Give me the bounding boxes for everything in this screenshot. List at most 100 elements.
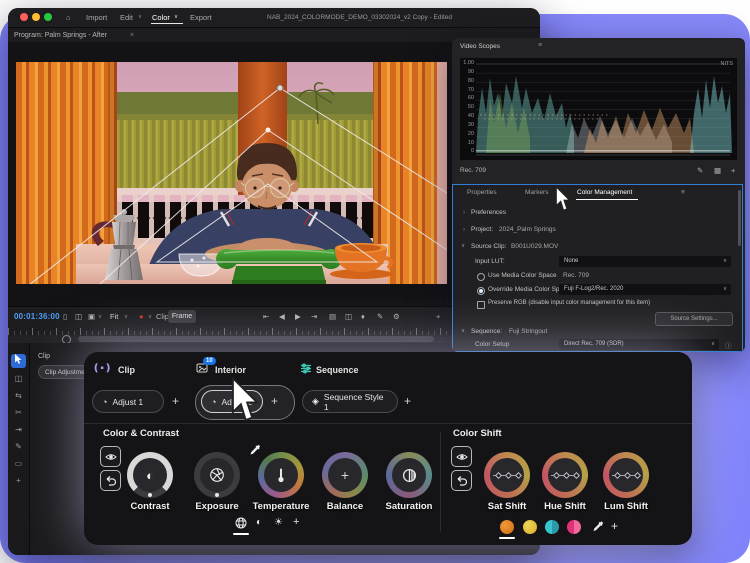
record-icon[interactable]: ● xyxy=(139,312,144,321)
horizontal-scrollbar[interactable] xyxy=(8,335,455,343)
shift-node[interactable] xyxy=(515,471,522,478)
go-to-in-icon[interactable]: ⇤ xyxy=(263,312,269,321)
shift-node[interactable] xyxy=(553,471,560,478)
razor-tool[interactable]: ✂ xyxy=(11,406,26,420)
interior-adjust2-pill[interactable]: ◔ Adjust 2 xyxy=(201,390,263,413)
tab-properties[interactable]: Properties xyxy=(467,189,497,196)
safe-margins-icon[interactable]: ▣ xyxy=(88,312,95,321)
extract-icon[interactable]: ◫ xyxy=(345,312,352,321)
reset-button-right[interactable] xyxy=(451,470,472,491)
disclosure-open-icon[interactable]: ∨ xyxy=(461,243,465,249)
shift-node[interactable] xyxy=(563,471,570,478)
sequence-section-label[interactable]: Sequence: xyxy=(471,328,502,335)
frame-mode-button[interactable]: Frame xyxy=(168,310,196,323)
use-media-radio[interactable] xyxy=(477,273,485,281)
preferences-section[interactable]: Preferences xyxy=(471,209,506,216)
play-icon[interactable]: ▶ xyxy=(295,312,301,321)
add-clip-adjustment-button[interactable]: + xyxy=(172,394,179,408)
clip-mode-label[interactable]: Clip xyxy=(156,312,169,321)
proxy-icon[interactable]: ▯ xyxy=(63,312,67,321)
clip-group-label[interactable]: Clip xyxy=(118,365,135,375)
input-lut-dropdown[interactable]: None∨ xyxy=(559,256,731,267)
lift-icon[interactable]: ▤ xyxy=(329,312,336,321)
add-mode-icon[interactable]: + xyxy=(293,516,299,528)
menu-import[interactable]: Import xyxy=(86,13,107,22)
eyedropper-icon[interactable] xyxy=(591,520,604,533)
override-colorspace-dropdown[interactable]: Fuji F-Log2/Rec. 2020∨ xyxy=(559,284,731,295)
disclosure-open-icon[interactable]: ∨ xyxy=(461,328,465,334)
traffic-zoom-button[interactable] xyxy=(44,13,52,21)
home-icon[interactable]: ⌂ xyxy=(66,13,71,22)
panel-menu-icon[interactable]: ≡ xyxy=(681,189,685,196)
override-media-radio[interactable] xyxy=(477,287,485,295)
dial-balance[interactable]: + Balance xyxy=(322,452,368,498)
tab-color-management[interactable]: Color Management xyxy=(577,189,632,196)
menu-export[interactable]: Export xyxy=(190,13,212,22)
settings-icon[interactable]: ⚙ xyxy=(393,312,400,321)
menu-color[interactable]: Color xyxy=(152,13,170,22)
dial-hue-shift[interactable]: Hue Shift xyxy=(542,452,588,498)
hand-tool[interactable]: + xyxy=(11,474,26,488)
source-clip-section-label[interactable]: Source Clip: xyxy=(471,243,506,250)
disclosure-closed-icon[interactable]: › xyxy=(463,209,465,216)
track-select-tool[interactable]: ◫ xyxy=(11,372,26,386)
dial-saturation[interactable]: Saturation xyxy=(386,452,432,498)
disclosure-closed-icon[interactable]: › xyxy=(463,226,465,233)
shift-node[interactable] xyxy=(495,471,502,478)
step-back-icon[interactable]: ◀ xyxy=(279,312,285,321)
add-interior-adjustment-button[interactable]: + xyxy=(271,394,278,408)
panel-menu-icon[interactable]: ≡ xyxy=(538,42,542,49)
scope-edit-icon[interactable]: ✎ xyxy=(697,166,703,175)
zoom-level-dropdown[interactable]: Fit xyxy=(110,312,118,321)
project-section-label[interactable]: Project: xyxy=(471,226,493,233)
cm-scrollbar[interactable] xyxy=(738,190,741,246)
interior-group-label[interactable]: Interior xyxy=(215,365,246,375)
swatch-yellow[interactable] xyxy=(523,520,537,534)
preserve-rgb-checkbox[interactable] xyxy=(477,301,485,309)
timeline-ruler[interactable] xyxy=(8,326,455,335)
rectangle-tool[interactable]: ▭ xyxy=(11,457,26,471)
selection-tool[interactable] xyxy=(11,354,26,368)
shift-node[interactable] xyxy=(573,471,580,478)
add-swatch-icon[interactable]: + xyxy=(611,519,618,533)
shift-node[interactable] xyxy=(505,471,512,478)
traffic-minimize-button[interactable] xyxy=(32,13,40,21)
swatch-pink[interactable] xyxy=(567,520,581,534)
ripple-edit-tool[interactable]: ⇆ xyxy=(11,389,26,403)
export-frame-icon[interactable]: ♦ xyxy=(361,312,365,321)
snapshot-icon[interactable]: ◫ xyxy=(75,312,82,321)
sequence-group-label[interactable]: Sequence xyxy=(316,365,359,375)
scrollbar-thumb[interactable] xyxy=(78,336,434,342)
swatch-teal[interactable] xyxy=(545,520,559,534)
globe-icon[interactable] xyxy=(234,516,248,530)
add-button-icon[interactable]: + xyxy=(436,312,440,321)
program-monitor-tab[interactable]: Program: Palm Springs - After xyxy=(14,32,107,39)
tab-markers[interactable]: Markers xyxy=(525,189,548,196)
scope-add-icon[interactable]: + xyxy=(731,166,735,175)
chevron-down-icon[interactable]: ∨ xyxy=(124,314,128,320)
traffic-close-button[interactable] xyxy=(20,13,28,21)
clip-adjust1-pill[interactable]: ◔ Adjust 1 xyxy=(92,390,164,413)
swatch-orange[interactable] xyxy=(500,520,514,534)
shift-node[interactable] xyxy=(624,471,631,478)
info-icon[interactable]: ⓘ xyxy=(725,340,732,350)
contrast-mode-icon[interactable]: ◐ xyxy=(256,517,262,528)
brightness-mode-icon[interactable]: ☀ xyxy=(274,517,283,528)
sequence-style-pill[interactable]: ◈ Sequence Style 1 xyxy=(302,390,398,413)
slip-tool[interactable]: ⇥ xyxy=(11,423,26,437)
shift-node[interactable] xyxy=(634,471,641,478)
dial-exposure[interactable]: Exposure xyxy=(194,452,240,498)
close-icon[interactable]: × xyxy=(130,32,134,39)
chevron-down-icon[interactable]: ∨ xyxy=(148,314,152,320)
shift-node[interactable] xyxy=(614,471,621,478)
go-to-out-icon[interactable]: ⇥ xyxy=(311,312,317,321)
dial-lum-shift[interactable]: Lum Shift xyxy=(603,452,649,498)
dial-temperature[interactable]: Temperature xyxy=(258,452,304,498)
source-settings-button[interactable]: Source Settings... xyxy=(655,312,733,326)
menu-edit[interactable]: Edit xyxy=(120,13,133,22)
pen-tool[interactable]: ✎ xyxy=(11,440,26,454)
dial-contrast[interactable]: ◐ Contrast xyxy=(127,452,173,498)
chevron-down-icon[interactable]: ∨ xyxy=(98,314,102,320)
scope-layout-icon[interactable]: ▦ xyxy=(714,166,721,175)
reset-button-left[interactable] xyxy=(100,470,121,491)
